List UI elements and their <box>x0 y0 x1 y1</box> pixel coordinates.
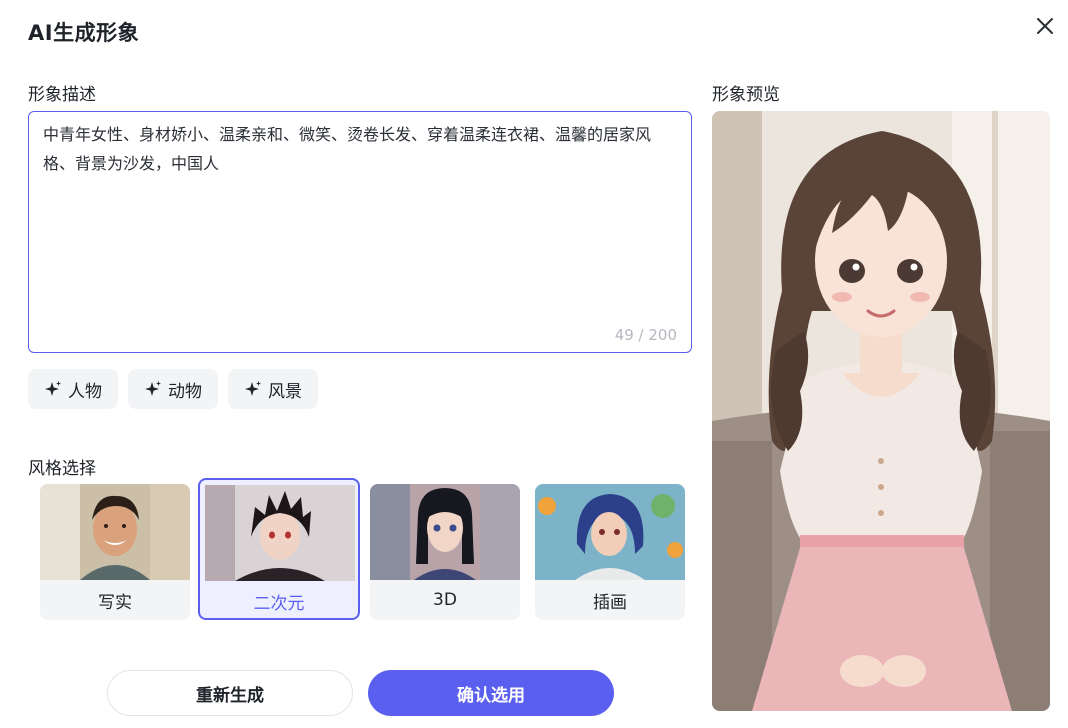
tag-label: 动物 <box>168 381 202 402</box>
description-text[interactable]: 中青年女性、身材娇小、温柔亲和、微笑、烫卷长发、穿着温柔连衣裙、温馨的居家风格、… <box>43 120 679 178</box>
sparkle-icon <box>145 381 161 396</box>
sparkle-icon <box>245 381 261 396</box>
style-thumbnail-3d <box>370 484 520 580</box>
regenerate-button[interactable]: 重新生成 <box>107 670 353 716</box>
tag-scenery-button[interactable]: 风景 <box>228 369 318 409</box>
style-thumbnail-realistic <box>40 484 190 580</box>
style-option-realistic[interactable]: 写实 <box>40 484 190 620</box>
style-option-illustration[interactable]: 插画 <box>535 484 685 620</box>
tag-person-button[interactable]: 人物 <box>28 369 118 409</box>
description-textarea[interactable]: 中青年女性、身材娇小、温柔亲和、微笑、烫卷长发、穿着温柔连衣裙、温馨的居家风格、… <box>28 111 692 353</box>
sparkle-icon <box>45 381 61 396</box>
style-thumbnail-illustration <box>535 484 685 580</box>
description-label: 形象描述 <box>28 85 96 105</box>
style-thumbnail-anime <box>205 485 355 581</box>
style-option-3d[interactable]: 3D <box>370 484 520 620</box>
dialog-title: AI生成形象 <box>28 21 140 45</box>
tag-label: 人物 <box>68 381 102 402</box>
style-option-label: 写实 <box>98 592 132 613</box>
close-icon[interactable] <box>1031 12 1059 40</box>
style-option-label: 3D <box>433 590 457 610</box>
avatar-preview-image <box>712 111 1050 711</box>
style-option-label: 二次元 <box>253 593 305 614</box>
ai-avatar-dialog: AI生成形象 形象描述 中青年女性、身材娇小、温柔亲和、微笑、烫卷长发、穿着温柔… <box>0 0 1068 728</box>
tag-label: 风景 <box>268 381 302 402</box>
character-counter: 49 / 200 <box>614 326 677 344</box>
confirm-select-button[interactable]: 确认选用 <box>368 670 614 716</box>
style-option-label: 插画 <box>593 592 627 613</box>
preview-label: 形象预览 <box>712 85 780 105</box>
style-option-anime[interactable]: 二次元 <box>198 478 360 620</box>
tag-animal-button[interactable]: 动物 <box>128 369 218 409</box>
style-label: 风格选择 <box>28 459 96 479</box>
